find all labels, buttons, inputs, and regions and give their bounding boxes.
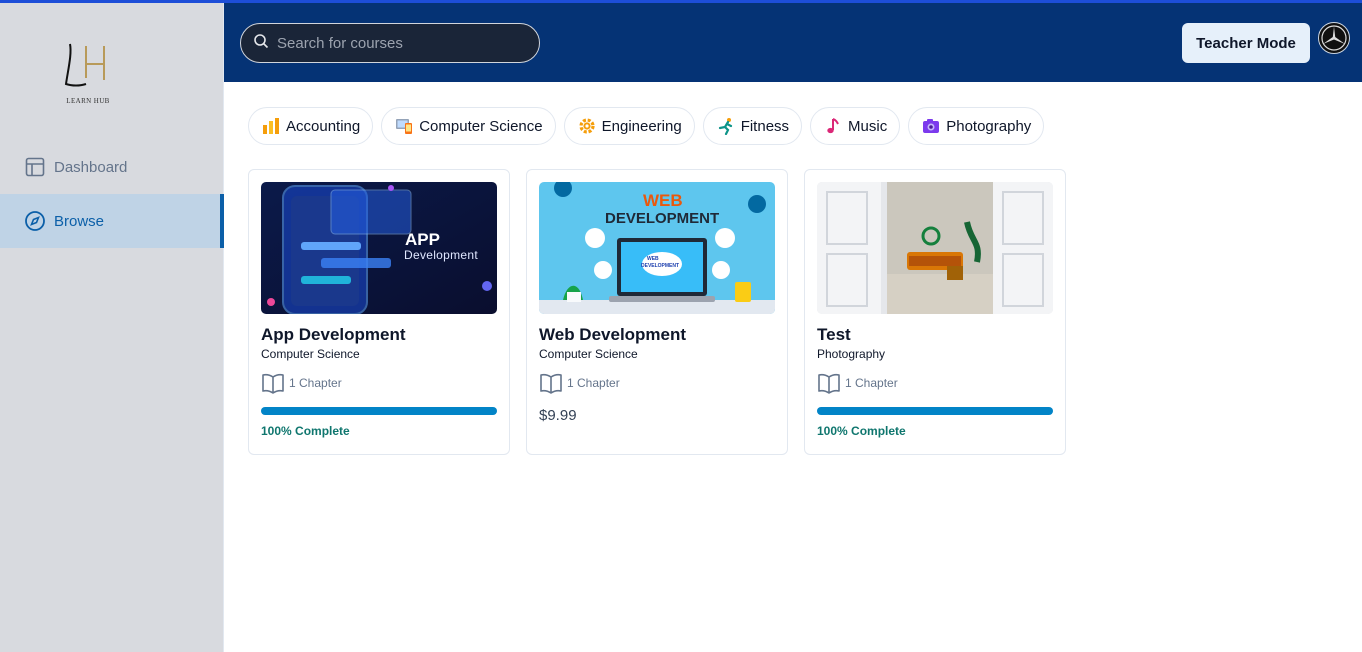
book-open-icon: [540, 373, 562, 394]
category-filter-bar: Accounting Computer Science Engineering …: [248, 107, 1045, 145]
compass-icon: [24, 210, 46, 232]
room-doorway-thumbnail-image: [817, 182, 1053, 314]
computer-emoji-icon: [394, 116, 414, 136]
category-label: Engineering: [601, 117, 682, 135]
progress-label: 100% Complete: [817, 424, 906, 438]
category-photography[interactable]: Photography: [908, 107, 1045, 145]
user-avatar[interactable]: [1318, 22, 1350, 54]
course-title: App Development: [261, 325, 406, 344]
category-label: Computer Science: [419, 117, 543, 135]
course-price: $9.99: [539, 407, 577, 424]
top-accent-line: [0, 0, 1362, 3]
chapter-count: 1 Chapter: [817, 372, 1053, 394]
category-accounting[interactable]: Accounting: [248, 107, 374, 145]
course-thumbnail: WEB DEVELOPMENT WEB DEVELOPMENT: [539, 182, 775, 314]
thumbnail-subcaption: Development: [404, 248, 479, 262]
app-logo[interactable]: LEARN HUB: [58, 40, 118, 108]
progress-bar: [261, 407, 497, 415]
logo-mark-icon: [64, 43, 105, 87]
course-card[interactable]: WEB DEVELOPMENT WEB DEVELOPMENT Web Deve…: [526, 169, 788, 455]
course-grid: APP Development App Development Computer…: [248, 169, 1066, 455]
thumbnail-screen-subcaption: DEVELOPMENT: [641, 263, 680, 269]
search-box[interactable]: [240, 23, 540, 63]
star-logo-icon: [1321, 25, 1347, 51]
search-icon: [253, 33, 269, 54]
camera-emoji-icon: [921, 116, 941, 136]
category-label: Photography: [946, 117, 1032, 135]
music-note-emoji-icon: [823, 116, 843, 136]
category-label: Accounting: [286, 117, 361, 135]
sidebar-item-label: Dashboard: [54, 158, 128, 176]
sidebar-item-browse[interactable]: Browse: [0, 194, 224, 248]
gear-emoji-icon: [577, 116, 597, 136]
teacher-mode-button[interactable]: Teacher Mode: [1182, 23, 1310, 63]
category-label: Music: [848, 117, 888, 135]
course-card[interactable]: Test Photography 1 Chapter 100% Complete: [804, 169, 1066, 455]
category-computer-science[interactable]: Computer Science: [381, 107, 556, 145]
bar-chart-emoji-icon: [261, 116, 281, 136]
category-fitness[interactable]: Fitness: [702, 107, 803, 145]
chapter-count: 1 Chapter: [261, 372, 497, 394]
category-engineering[interactable]: Engineering: [563, 107, 695, 145]
course-category: Computer Science: [261, 347, 360, 361]
category-label: Fitness: [740, 117, 790, 135]
top-header: Teacher Mode: [224, 3, 1362, 82]
course-thumbnail: [817, 182, 1053, 314]
book-open-icon: [818, 373, 840, 394]
progress-label: 100% Complete: [261, 424, 350, 438]
chapter-count-label: 1 Chapter: [289, 376, 342, 390]
thumbnail-caption: WEB: [643, 191, 683, 210]
chapter-count: 1 Chapter: [539, 372, 775, 394]
thumbnail-subcaption: DEVELOPMENT: [605, 210, 720, 227]
logo-text: LEARN HUB: [66, 97, 110, 105]
sidebar-item-label: Browse: [54, 212, 105, 230]
course-thumbnail: APP Development: [261, 182, 497, 314]
course-title: Test: [817, 325, 851, 344]
progress-bar: [817, 407, 1053, 415]
course-category: Computer Science: [539, 347, 638, 361]
runner-emoji-icon: [716, 116, 736, 136]
sidebar-item-dashboard[interactable]: Dashboard: [0, 140, 224, 194]
chapter-count-label: 1 Chapter: [567, 376, 620, 390]
book-open-icon: [262, 373, 284, 394]
sidebar-nav: Dashboard Browse: [0, 140, 224, 248]
thumbnail-caption: APP: [405, 230, 440, 249]
course-card[interactable]: APP Development App Development Computer…: [248, 169, 510, 455]
course-category: Photography: [817, 347, 886, 361]
thumbnail-screen-caption: WEB: [647, 256, 659, 262]
search-input[interactable]: [277, 34, 517, 52]
course-title: Web Development: [539, 325, 687, 344]
category-music[interactable]: Music: [810, 107, 901, 145]
chapter-count-label: 1 Chapter: [845, 376, 898, 390]
layout-icon: [24, 156, 46, 178]
sidebar: LEARN HUB Dashboard Browse: [0, 0, 224, 652]
